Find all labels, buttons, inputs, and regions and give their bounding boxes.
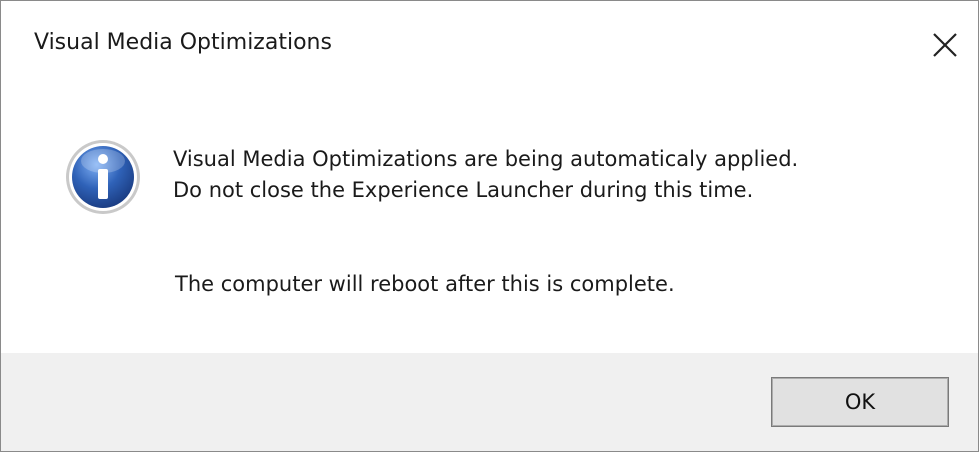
message-line-1: Visual Media Optimizations are being aut… <box>173 147 799 171</box>
title-bar: Visual Media Optimizations <box>1 1 978 93</box>
button-bar: OK <box>1 353 978 451</box>
message-dialog: Visual Media Optimizations Visual Media … <box>0 0 979 452</box>
ok-button[interactable]: OK <box>771 377 949 427</box>
dialog-title: Visual Media Optimizations <box>34 30 332 55</box>
info-icon <box>66 140 140 214</box>
close-icon <box>933 33 957 57</box>
message-line-3: The computer will reboot after this is c… <box>175 272 675 296</box>
close-button[interactable] <box>912 11 978 77</box>
message-line-2: Do not close the Experience Launcher dur… <box>173 178 754 202</box>
dialog-content: Visual Media Optimizations are being aut… <box>1 93 978 353</box>
